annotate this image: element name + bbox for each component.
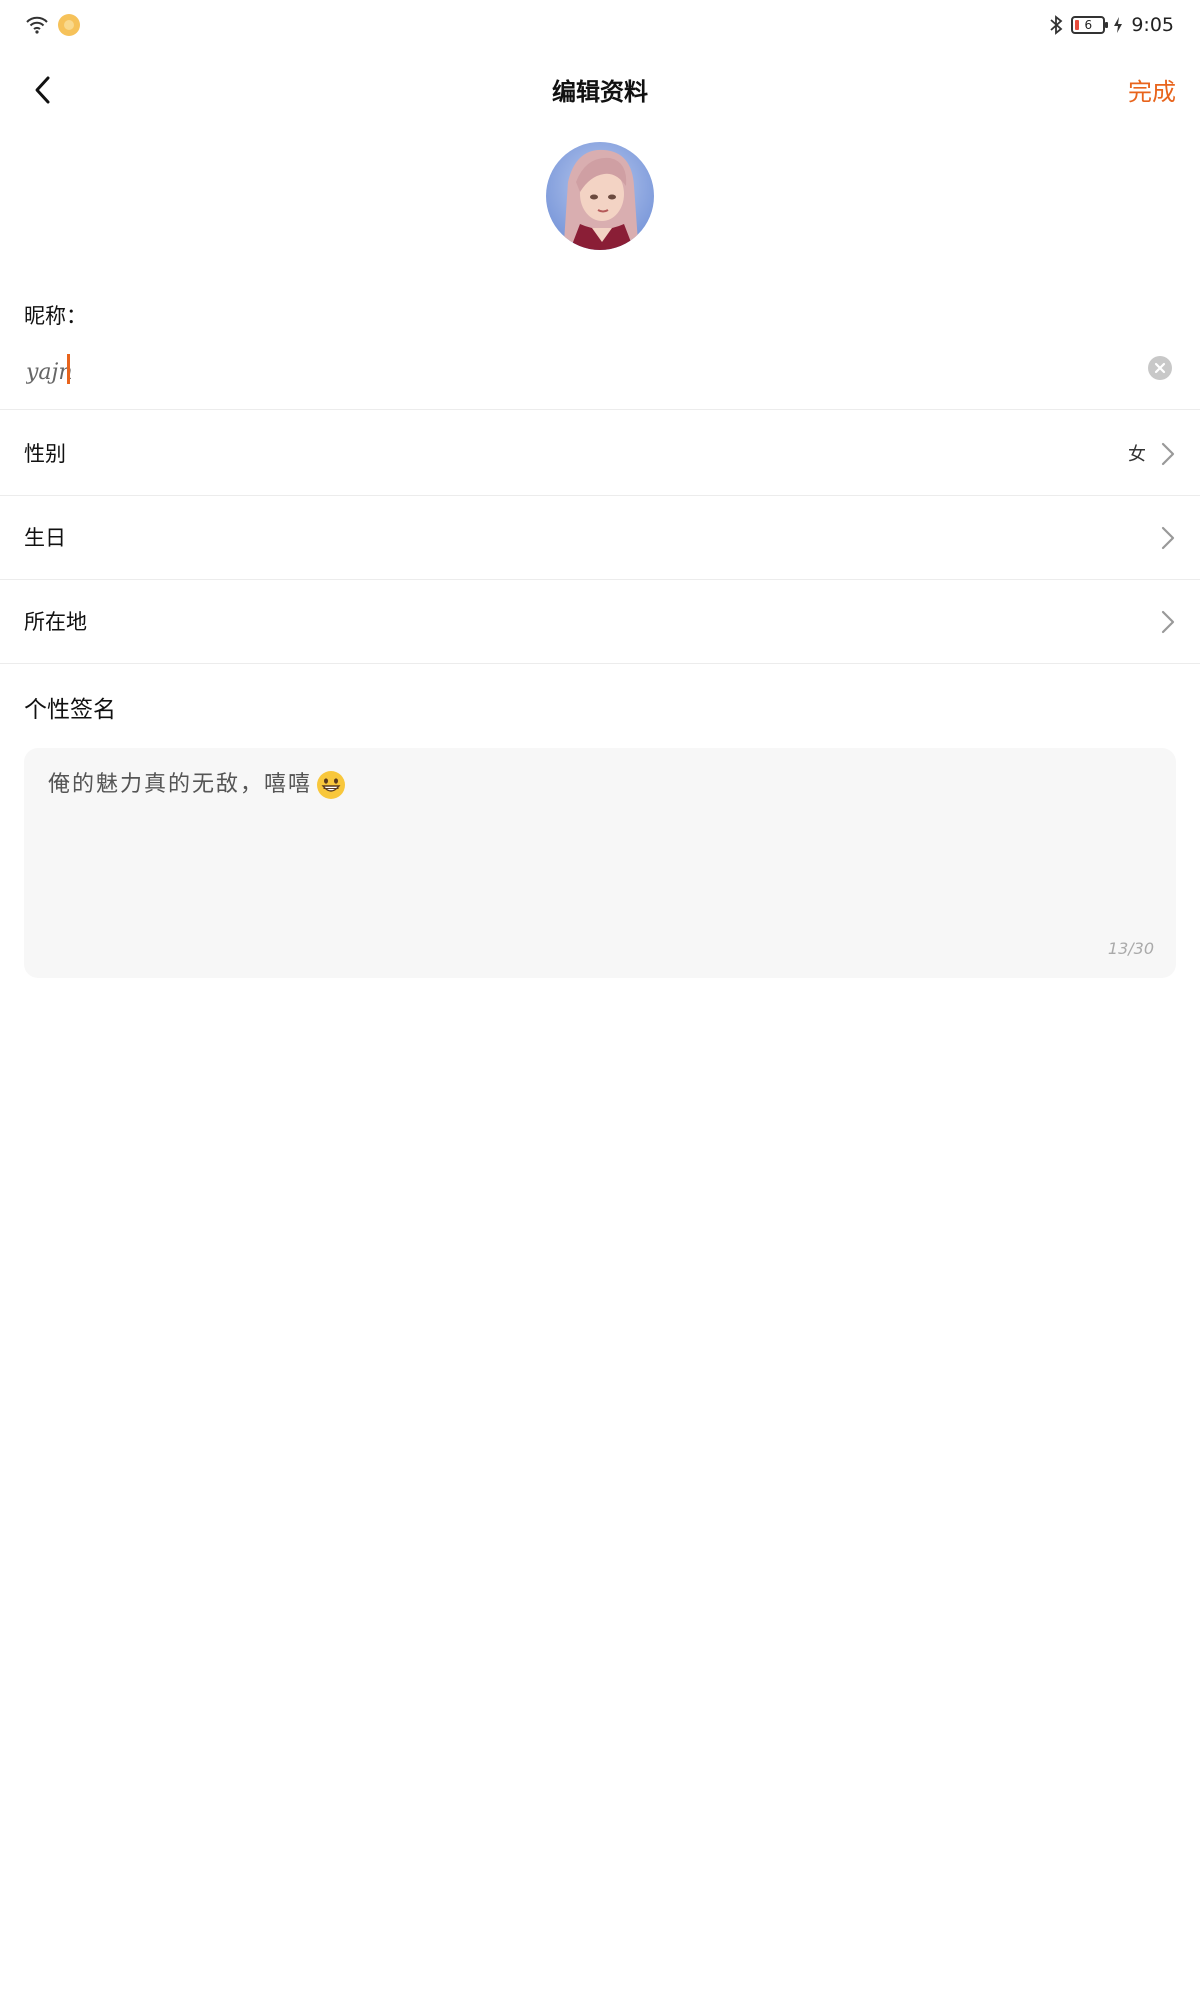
wifi-icon [26, 16, 48, 34]
status-left [26, 14, 80, 36]
text-caret [67, 354, 70, 384]
bio-label: 个性签名 [24, 697, 116, 723]
notification-app-icon [58, 14, 80, 36]
birthday-label: 生日 [24, 526, 66, 550]
nav-bar: 编辑资料 完成 [0, 54, 1200, 124]
avatar-image [546, 142, 654, 250]
chevron-right-icon [1161, 442, 1175, 466]
chevron-right-icon [1161, 610, 1175, 634]
close-icon [1154, 362, 1166, 374]
nickname-label: 昵称： [24, 304, 87, 328]
gender-label: 性别 [24, 442, 66, 466]
location-row[interactable]: 所在地 [0, 580, 1200, 664]
battery-icon: 6 [1071, 16, 1109, 34]
avatar[interactable] [546, 142, 654, 250]
bio-text: 俺的魅力真的无敌，嘻嘻 [48, 772, 313, 797]
gender-value: 女 [1128, 444, 1146, 465]
grinning-face-icon [317, 771, 346, 799]
gender-row[interactable]: 性别 女 [0, 412, 1200, 496]
chevron-right-icon [1161, 526, 1175, 550]
clear-input-button[interactable] [1148, 356, 1172, 380]
status-right: 6 9:05 [1049, 14, 1174, 36]
bluetooth-icon [1050, 15, 1063, 35]
birthday-row[interactable]: 生日 [0, 496, 1200, 580]
battery-level: 6 [1084, 18, 1093, 32]
bio-text-line: 俺的魅力真的无敌，嘻嘻 [48, 766, 346, 800]
bio-textarea[interactable]: 俺的魅力真的无敌，嘻嘻 13/30 [24, 748, 1176, 978]
page-title: 编辑资料 [552, 78, 648, 106]
charging-icon [1114, 17, 1123, 33]
done-button[interactable]: 完成 [1128, 72, 1176, 107]
status-time: 9:05 [1131, 14, 1174, 36]
nickname-input[interactable] [24, 350, 1124, 394]
bio-char-counter: 13/30 [1107, 939, 1154, 958]
nickname-row [0, 340, 1200, 410]
location-label: 所在地 [24, 610, 87, 634]
status-bar: 6 9:05 [0, 0, 1200, 54]
